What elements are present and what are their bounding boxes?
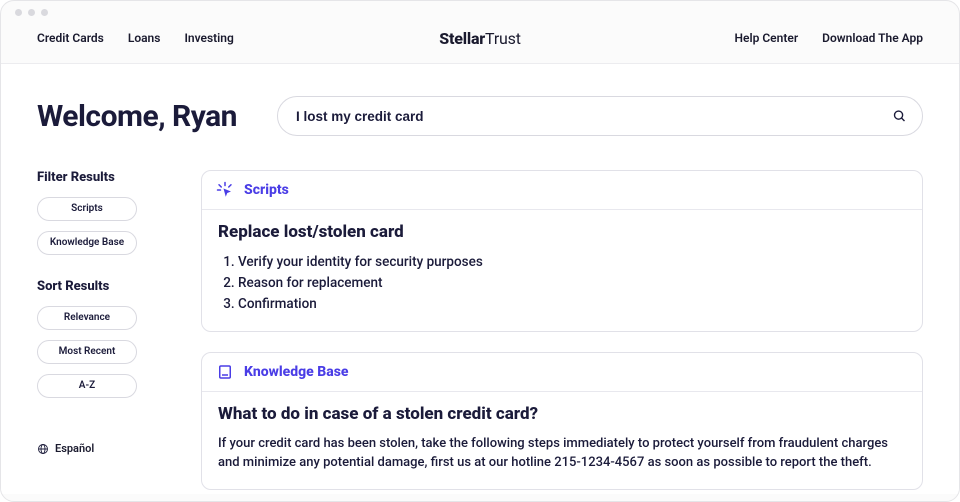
scripts-card-body: Replace lost/stolen card Verify your ide… <box>202 210 922 331</box>
scripts-card-label: Scripts <box>244 182 289 198</box>
results-column: Scripts Replace lost/stolen card Verify … <box>201 170 923 490</box>
globe-icon <box>37 443 49 455</box>
cursor-click-icon <box>216 181 234 199</box>
language-label: Español <box>55 442 94 455</box>
filter-heading: Filter Results <box>37 170 173 185</box>
sort-a-z[interactable]: A-Z <box>37 374 137 398</box>
window-dot <box>15 9 22 16</box>
language-switch[interactable]: Español <box>37 442 173 455</box>
scripts-card-title: Replace lost/stolen card <box>218 222 906 242</box>
app-window: Credit Cards Loans Investing StellarTrus… <box>0 0 960 502</box>
kb-card-head: Knowledge Base <box>202 353 922 392</box>
nav-left: Credit Cards Loans Investing <box>37 31 234 45</box>
nav-investing[interactable]: Investing <box>184 31 233 45</box>
kb-card-title: What to do in case of a stolen credit ca… <box>218 404 906 424</box>
nav-loans[interactable]: Loans <box>128 31 161 45</box>
sort-relevance[interactable]: Relevance <box>37 306 137 330</box>
brand-bold: Stellar <box>439 29 485 48</box>
sort-most-recent[interactable]: Most Recent <box>37 340 137 364</box>
kb-card-label: Knowledge Base <box>244 364 348 380</box>
main-layout: Filter Results Scripts Knowledge Base So… <box>37 170 923 490</box>
nav-help-center[interactable]: Help Center <box>735 31 799 45</box>
list-item: Confirmation <box>238 294 906 315</box>
search-wrap <box>277 96 923 136</box>
filter-scripts[interactable]: Scripts <box>37 197 137 221</box>
window-dot <box>28 9 35 16</box>
sidebar: Filter Results Scripts Knowledge Base So… <box>37 170 173 490</box>
nav-download-app[interactable]: Download The App <box>822 31 923 45</box>
list-item: Reason for replacement <box>238 273 906 294</box>
list-item: Verify your identity for security purpos… <box>238 252 906 273</box>
top-nav: Credit Cards Loans Investing StellarTrus… <box>1 23 959 64</box>
search-input[interactable] <box>277 96 923 136</box>
filter-knowledge-base[interactable]: Knowledge Base <box>37 231 137 255</box>
window-titlebar <box>1 1 959 23</box>
header-row: Welcome, Ryan <box>37 96 923 136</box>
nav-credit-cards[interactable]: Credit Cards <box>37 31 104 45</box>
brand-light: Trust <box>485 29 521 48</box>
brand-logo: StellarTrust <box>439 29 521 48</box>
book-icon <box>216 363 234 381</box>
nav-right: Help Center Download The App <box>735 31 923 45</box>
kb-card-body: What to do in case of a stolen credit ca… <box>202 392 922 489</box>
sort-heading: Sort Results <box>37 279 173 294</box>
kb-card-text: If your credit card has been stolen, tak… <box>218 434 906 473</box>
window-dot <box>41 9 48 16</box>
scripts-card-head: Scripts <box>202 171 922 210</box>
welcome-heading: Welcome, Ryan <box>37 99 237 134</box>
content-area: Welcome, Ryan Filter Results Scripts Kno… <box>1 64 959 494</box>
search-icon[interactable] <box>892 109 907 124</box>
scripts-card[interactable]: Scripts Replace lost/stolen card Verify … <box>201 170 923 332</box>
knowledge-base-card[interactable]: Knowledge Base What to do in case of a s… <box>201 352 923 490</box>
scripts-steps: Verify your identity for security purpos… <box>218 252 906 315</box>
